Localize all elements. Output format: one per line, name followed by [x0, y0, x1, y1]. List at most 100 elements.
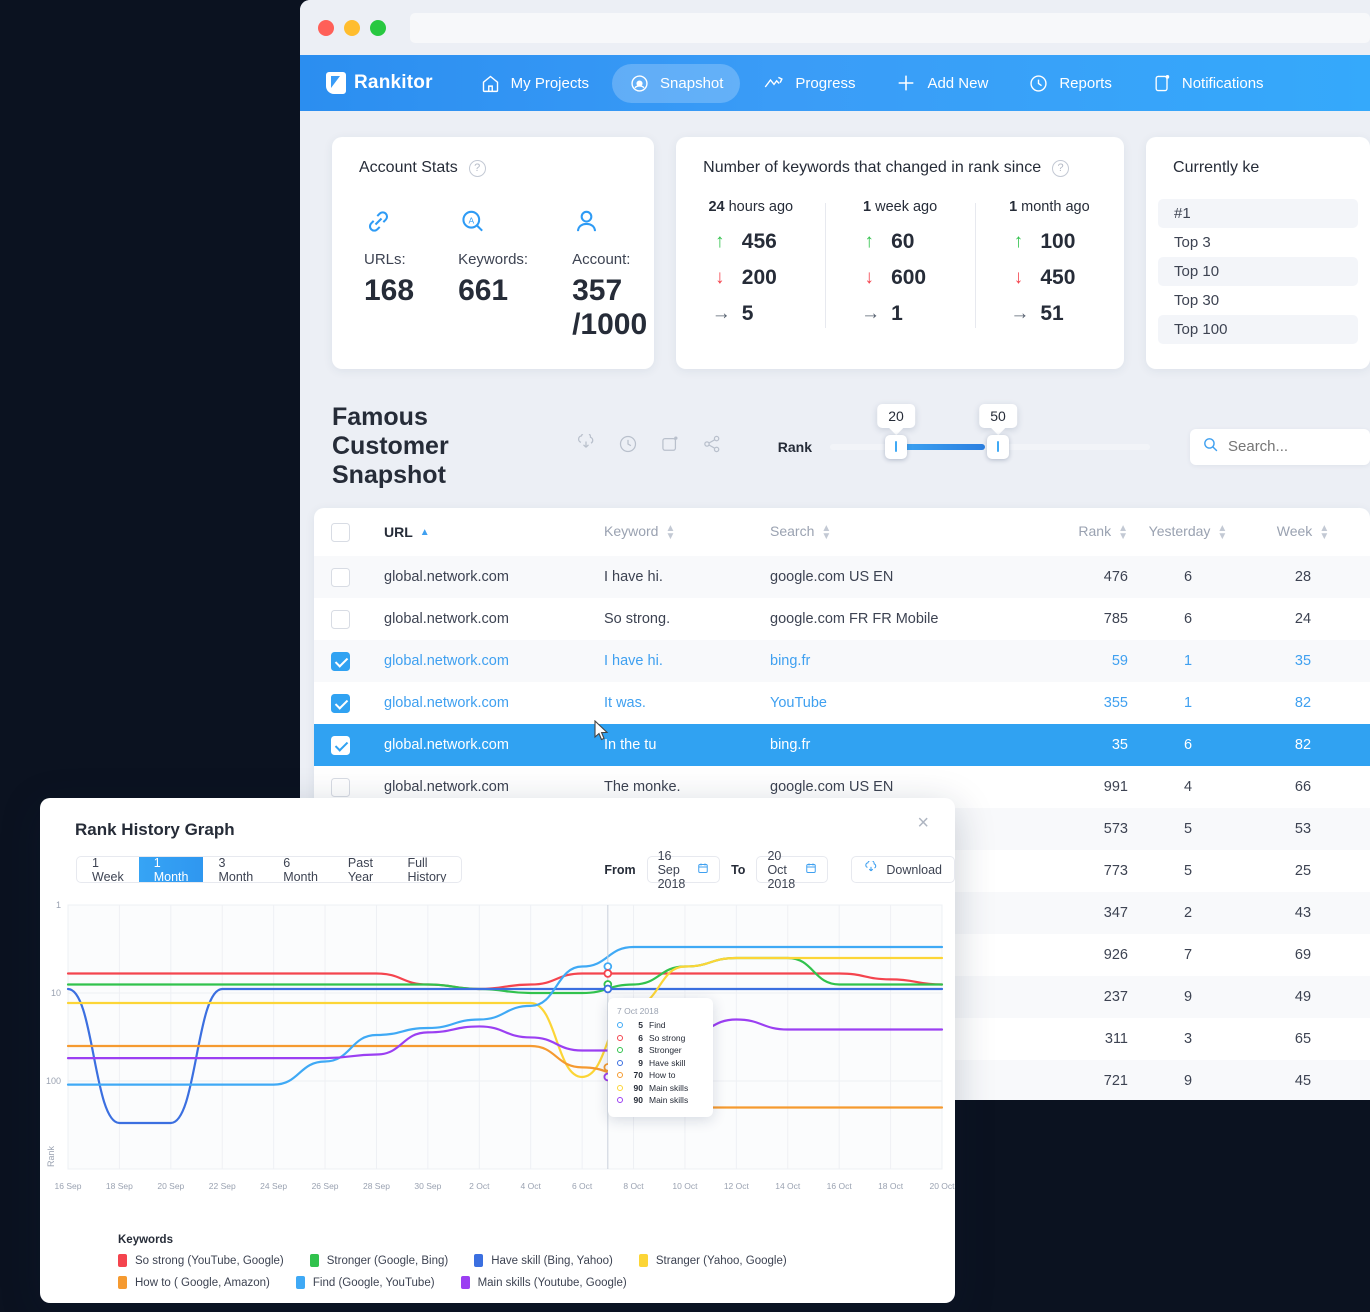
rank-item-top100[interactable]: Top 100 [1158, 315, 1358, 344]
kw-flat-row: → 51 [975, 302, 1124, 326]
cell-yesterday: 3 [1183, 1031, 1193, 1047]
tooltip-color-dot [617, 1059, 623, 1066]
kw-up-row: ↑ 100 [975, 230, 1124, 254]
history-icon[interactable] [618, 434, 638, 459]
range-past-year[interactable]: Past Year [333, 857, 393, 882]
help-icon[interactable]: ? [468, 159, 486, 177]
hover-marker [603, 984, 613, 994]
table-row[interactable]: global.network.com I have hi. google.com… [314, 556, 1370, 598]
select-all-cell[interactable] [314, 522, 366, 542]
cell-search: bing.fr [770, 737, 811, 753]
legend-color-swatch [638, 1254, 648, 1267]
rank-slider-min-knob[interactable] [885, 434, 907, 459]
row-checkbox[interactable] [330, 567, 350, 587]
range-6-month[interactable]: 6 Month [268, 857, 333, 882]
rank-item-top10[interactable]: Top 10 [1158, 257, 1358, 286]
currently-ranking-title-row: Currently ke [1146, 137, 1370, 177]
legend-item[interactable]: So strong (YouTube, Google) [118, 1254, 284, 1267]
kw-flat-row: → 5 [676, 302, 825, 326]
range-1-month[interactable]: 1 Month [138, 857, 204, 882]
tooltip-series-name: Main skills [649, 1095, 689, 1105]
new-window-icon[interactable] [660, 434, 680, 459]
window-maximize-button[interactable] [370, 19, 386, 36]
help-icon[interactable]: ? [1052, 159, 1070, 177]
row-select-cell[interactable] [314, 693, 366, 713]
stat-value: 661 [458, 274, 509, 307]
tooltip-value: 70 [633, 1070, 643, 1080]
row-checkbox[interactable] [330, 651, 350, 671]
range-1-week[interactable]: 1 Week [77, 857, 139, 882]
range-3-month[interactable]: 3 Month [203, 857, 268, 882]
nav-item-add-new[interactable]: Add New [878, 63, 1005, 103]
sort-icon: ▲ ▼ [665, 522, 676, 542]
th-week[interactable]: Week ▲ ▼ [1248, 523, 1358, 541]
legend-item[interactable]: Stranger (Yahoo, Google) [638, 1254, 787, 1267]
row-checkbox[interactable] [330, 777, 350, 797]
download-icon[interactable] [576, 431, 596, 459]
legend-item[interactable]: How to ( Google, Amazon) [118, 1276, 270, 1289]
window-minimize-button[interactable] [344, 19, 360, 36]
cell-url: global.network.com [384, 779, 509, 795]
row-checkbox[interactable] [330, 735, 350, 755]
nav-item-snapshot[interactable]: Snapshot [612, 63, 741, 103]
nav-item-my-projects[interactable]: My Projects [463, 64, 606, 103]
cell-week: 82 [1294, 695, 1312, 711]
legend-item[interactable]: Main skills (Youtube, Google) [460, 1276, 627, 1289]
select-all-checkbox[interactable] [330, 522, 350, 542]
th-yesterday[interactable]: Yesterday ▲ ▼ [1128, 523, 1248, 541]
legend-item-label: Have skill (Bing, Yahoo) [491, 1254, 613, 1267]
kw-up-row: ↑ 456 [676, 230, 825, 254]
hover-marker [603, 962, 613, 971]
th-url[interactable]: URL ▲ [366, 524, 604, 540]
download-button[interactable]: Download [851, 856, 955, 883]
row-select-cell[interactable] [314, 609, 366, 629]
share-icon[interactable] [702, 434, 722, 459]
cell-url: global.network.com [384, 611, 509, 627]
table-row[interactable]: global.network.com It was. YouTube 355 1… [314, 682, 1370, 724]
cell-search: google.com US EN [770, 779, 894, 795]
rank-item-1[interactable]: #1 [1158, 199, 1358, 228]
th-keyword[interactable]: Keyword ▲ ▼ [604, 522, 770, 542]
row-select-cell[interactable] [314, 567, 366, 587]
search-box[interactable] [1190, 428, 1370, 465]
row-checkbox[interactable] [330, 693, 350, 713]
legend-item[interactable]: Stronger (Google, Bing) [309, 1254, 448, 1267]
row-select-cell[interactable] [314, 777, 366, 797]
search-input[interactable] [1228, 438, 1358, 455]
to-date-field[interactable]: 20 Oct 2018 [756, 849, 829, 891]
nav-item-notifications[interactable]: Notifications [1135, 64, 1281, 103]
rank-slider-max-knob[interactable] [987, 434, 1009, 459]
legend-item[interactable]: Find (Google, YouTube) [295, 1276, 435, 1289]
row-select-cell[interactable] [314, 735, 366, 755]
th-rank[interactable]: Rank ▲ ▼ [1020, 523, 1128, 541]
tooltip-value: 6 [638, 1032, 643, 1043]
close-icon[interactable]: × [917, 812, 929, 835]
kw-up-row: ↑ 60 [825, 230, 974, 254]
th-search[interactable]: Search ▲ ▼ [770, 523, 1020, 541]
rank-range-slider[interactable]: 20 50 [830, 403, 1150, 459]
to-label: To [731, 862, 746, 877]
table-row[interactable]: global.network.com I have hi. bing.fr 59… [314, 640, 1370, 682]
range-full-history[interactable]: Full History [392, 857, 461, 882]
window-close-button[interactable] [318, 19, 334, 36]
nav-item-reports[interactable]: Reports [1011, 64, 1129, 103]
from-date-field[interactable]: 16 Sep 2018 [646, 849, 721, 891]
kw-flat-value: 51 [1040, 302, 1064, 325]
chart-canvas: 1 10 100 16 Sep 18 Sep 20 Sep 22 Sep 24 Sep 26 … [46, 900, 955, 1191]
legend-item[interactable]: Have skill (Bing, Yahoo) [474, 1254, 613, 1267]
table-row[interactable]: global.network.com So strong. google.com… [314, 598, 1370, 640]
cell-week: 53 [1294, 821, 1312, 837]
rank-item-top3[interactable]: Top 3 [1146, 228, 1370, 257]
browser-titlebar [300, 0, 1370, 55]
rank-item-top30[interactable]: Top 30 [1146, 286, 1370, 315]
row-checkbox[interactable] [330, 609, 350, 629]
stat-keywords: A Keywords: 661 [458, 207, 528, 342]
table-row[interactable]: global.network.com In the tu bing.fr 35 … [314, 724, 1370, 766]
address-bar[interactable] [410, 12, 1370, 43]
brand-logo[interactable]: Rankitor [326, 72, 433, 94]
to-date-value: 20 Oct 2018 [767, 848, 796, 891]
nav-item-progress[interactable]: Progress [746, 64, 872, 103]
account-stats-card: Account Stats ? URLs: 168 A Keywords: 66… [332, 137, 655, 369]
row-select-cell[interactable] [314, 651, 366, 671]
cell-keyword: I have hi. [604, 569, 663, 585]
